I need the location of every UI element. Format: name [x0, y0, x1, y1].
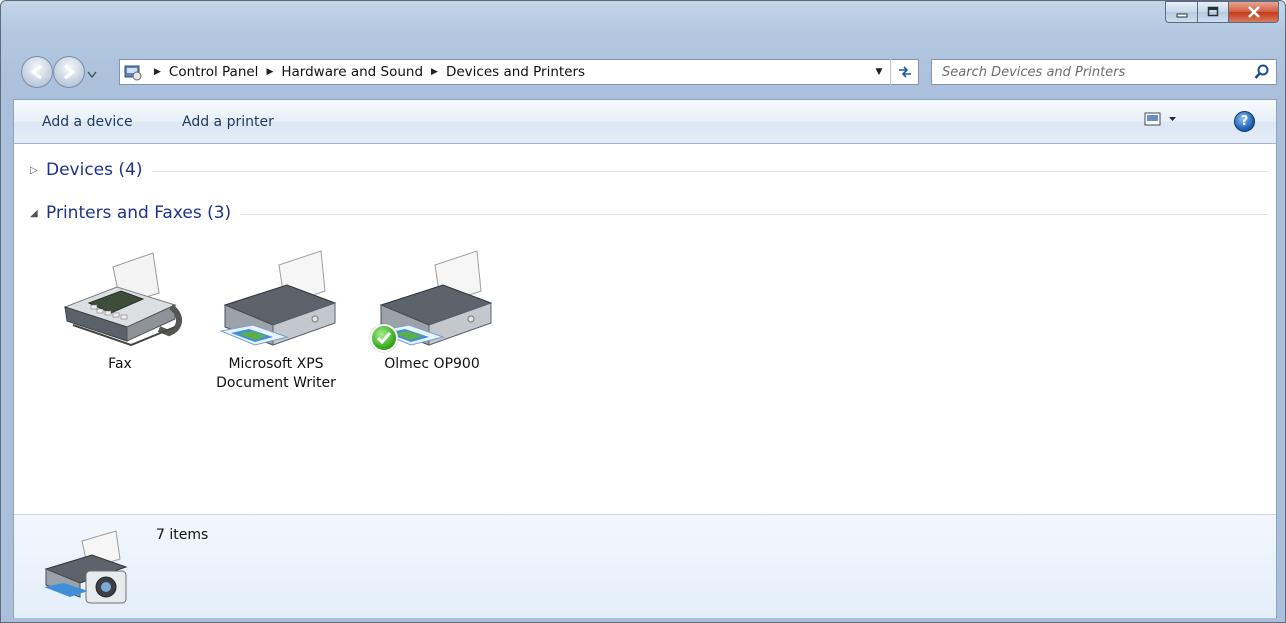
refresh-button[interactable] — [890, 59, 918, 85]
breadcrumb-separator[interactable]: ▶ — [266, 67, 273, 77]
title-bar[interactable] — [1, 1, 1285, 47]
help-button[interactable]: ? — [1234, 111, 1255, 132]
devices-and-printers-icon — [42, 527, 132, 607]
explorer-window: ▶ Control Panel ▶ Hardware and Sound ▶ D… — [0, 0, 1286, 623]
refresh-icon — [898, 66, 911, 78]
recent-pages-dropdown[interactable] — [87, 67, 97, 83]
minimize-icon — [1176, 13, 1187, 18]
collapsed-arrow-icon[interactable]: ▷ — [30, 165, 46, 176]
fax-machine-icon — [55, 245, 185, 353]
expanded-arrow-icon[interactable]: ◢ — [30, 208, 46, 219]
address-bar[interactable]: ▶ Control Panel ▶ Hardware and Sound ▶ D… — [119, 59, 919, 85]
printer-item-olmec-op900[interactable]: Olmec OP900 — [354, 245, 510, 393]
item-count: 7 items — [156, 527, 209, 543]
printers-list: Fax Microsoft XPS Document Writer Olmec … — [42, 245, 510, 393]
printer-item-fax[interactable]: Fax — [42, 245, 198, 393]
chevron-down-icon — [1169, 117, 1176, 121]
back-button[interactable] — [21, 56, 53, 88]
breadcrumb-control-panel[interactable]: Control Panel — [169, 64, 259, 80]
change-view-button[interactable] — [1144, 112, 1182, 126]
window-controls — [1165, 1, 1279, 23]
help-icon: ? — [1240, 114, 1249, 129]
back-arrow-icon — [30, 64, 42, 80]
printers-group-header[interactable]: ◢ Printers and Faxes (3) — [30, 203, 1268, 223]
printer-item-xps[interactable]: Microsoft XPS Document Writer — [198, 245, 354, 393]
printer-icon — [367, 245, 497, 353]
main-content: Add a device Add a printer ? ▷ Devices (… — [13, 99, 1277, 618]
add-printer-button[interactable]: Add a printer — [182, 114, 274, 130]
search-box[interactable] — [931, 59, 1277, 85]
breadcrumb-separator[interactable]: ▶ — [154, 67, 161, 77]
default-printer-check-icon — [370, 324, 398, 352]
view-icon — [1144, 112, 1161, 126]
search-icon[interactable] — [1254, 64, 1270, 80]
minimize-button[interactable] — [1165, 1, 1197, 23]
printer-icon — [211, 245, 341, 353]
search-input[interactable] — [942, 64, 1242, 80]
address-history-dropdown[interactable]: ▼ — [868, 67, 890, 77]
details-pane: 7 items — [14, 514, 1276, 618]
devices-group-header[interactable]: ▷ Devices (4) — [30, 160, 1268, 180]
chevron-down-icon — [87, 71, 97, 78]
group-divider — [152, 170, 1268, 172]
maximize-button[interactable] — [1197, 1, 1229, 23]
breadcrumb-devices-and-printers[interactable]: Devices and Printers — [446, 64, 585, 80]
printer-label: Olmec OP900 — [384, 356, 480, 372]
breadcrumb-separator[interactable]: ▶ — [431, 67, 438, 77]
close-button[interactable] — [1229, 1, 1279, 23]
navigation-bar: ▶ Control Panel ▶ Hardware and Sound ▶ D… — [15, 53, 1277, 93]
maximize-icon — [1207, 6, 1219, 17]
add-device-button[interactable]: Add a device — [42, 114, 133, 130]
command-bar: Add a device Add a printer ? — [14, 100, 1276, 144]
group-divider — [241, 213, 1268, 215]
printer-label: Microsoft XPS Document Writer — [216, 356, 336, 391]
printer-label: Fax — [108, 356, 132, 372]
control-panel-icon — [120, 62, 146, 82]
forward-button[interactable] — [53, 56, 85, 88]
printers-group-title[interactable]: Printers and Faxes (3) — [46, 203, 231, 223]
devices-group-title[interactable]: Devices (4) — [46, 160, 142, 180]
breadcrumb-hardware-and-sound[interactable]: Hardware and Sound — [281, 64, 423, 80]
forward-arrow-icon — [64, 64, 76, 80]
close-icon — [1247, 6, 1260, 18]
